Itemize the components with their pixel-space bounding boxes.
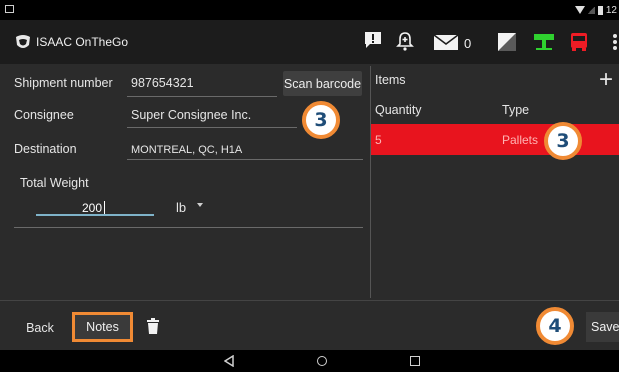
weight-unit-select[interactable]: lb	[176, 200, 186, 215]
notification-icon	[5, 5, 14, 13]
battery-icon	[597, 5, 603, 15]
status-icons: 12	[574, 3, 617, 17]
destination-underline	[127, 159, 363, 160]
callout-badge: 3	[302, 101, 340, 139]
add-item-button[interactable]: +	[599, 66, 619, 96]
shipment-number-underline	[127, 96, 277, 97]
mail-count: 0	[464, 36, 472, 51]
total-weight-label: Total Weight	[20, 176, 89, 190]
items-title: Items	[375, 73, 406, 87]
destination-label: Destination	[14, 142, 77, 156]
callout-badge: 3	[544, 122, 582, 160]
screen: 12 ISAAC OnTheGo 0 Shipment number 98765…	[0, 0, 619, 372]
destination-field[interactable]: MONTREAL, QC, H1A	[131, 144, 242, 156]
status-bar: 12	[0, 0, 619, 20]
column-header-type: Type	[502, 103, 530, 117]
back-button[interactable]: Back	[16, 318, 64, 338]
row-type: Pallets	[502, 133, 539, 147]
total-weight-underline	[36, 214, 154, 216]
panel-divider	[370, 66, 371, 298]
shipment-number-label: Shipment number	[14, 76, 113, 90]
row-quantity: 5	[375, 133, 382, 147]
text-cursor	[104, 201, 105, 214]
app-bar: ISAAC OnTheGo 0	[0, 20, 619, 64]
callout-badge: 4	[536, 307, 574, 345]
nav-recents-icon[interactable]	[410, 356, 420, 366]
nav-back-icon[interactable]	[224, 355, 234, 367]
consignee-underline	[127, 127, 297, 128]
column-header-quantity: Quantity	[375, 103, 422, 117]
system-nav-bar	[0, 350, 619, 372]
app-title: ISAAC OnTheGo	[36, 35, 129, 49]
wifi-icon	[574, 6, 585, 14]
trash-icon[interactable]	[147, 318, 159, 334]
signal-icon	[587, 6, 595, 14]
bell-icon[interactable]	[396, 31, 414, 51]
consignee-field[interactable]: Super Consignee Inc.	[131, 108, 251, 122]
consignee-label: Consignee	[14, 108, 74, 122]
save-button[interactable]: Save	[586, 312, 619, 342]
mail-icon[interactable]	[433, 34, 459, 51]
nav-home-icon[interactable]	[317, 356, 327, 366]
status-time: 12	[605, 4, 617, 16]
alert-icon[interactable]	[364, 31, 382, 49]
dropdown-arrow-icon	[197, 203, 203, 207]
weight-section-divider	[14, 227, 363, 228]
notes-button[interactable]: Notes	[72, 312, 133, 342]
app-logo-icon	[16, 35, 30, 48]
scan-barcode-button[interactable]: Scan barcode	[283, 71, 362, 96]
total-weight-value: 200	[81, 201, 102, 215]
truck-icon[interactable]	[569, 31, 589, 53]
sync-status-icon[interactable]	[497, 32, 517, 52]
shipment-number-field[interactable]: 987654321	[131, 76, 194, 90]
trailer-icon[interactable]	[533, 32, 555, 52]
overflow-menu-icon[interactable]	[612, 33, 618, 51]
